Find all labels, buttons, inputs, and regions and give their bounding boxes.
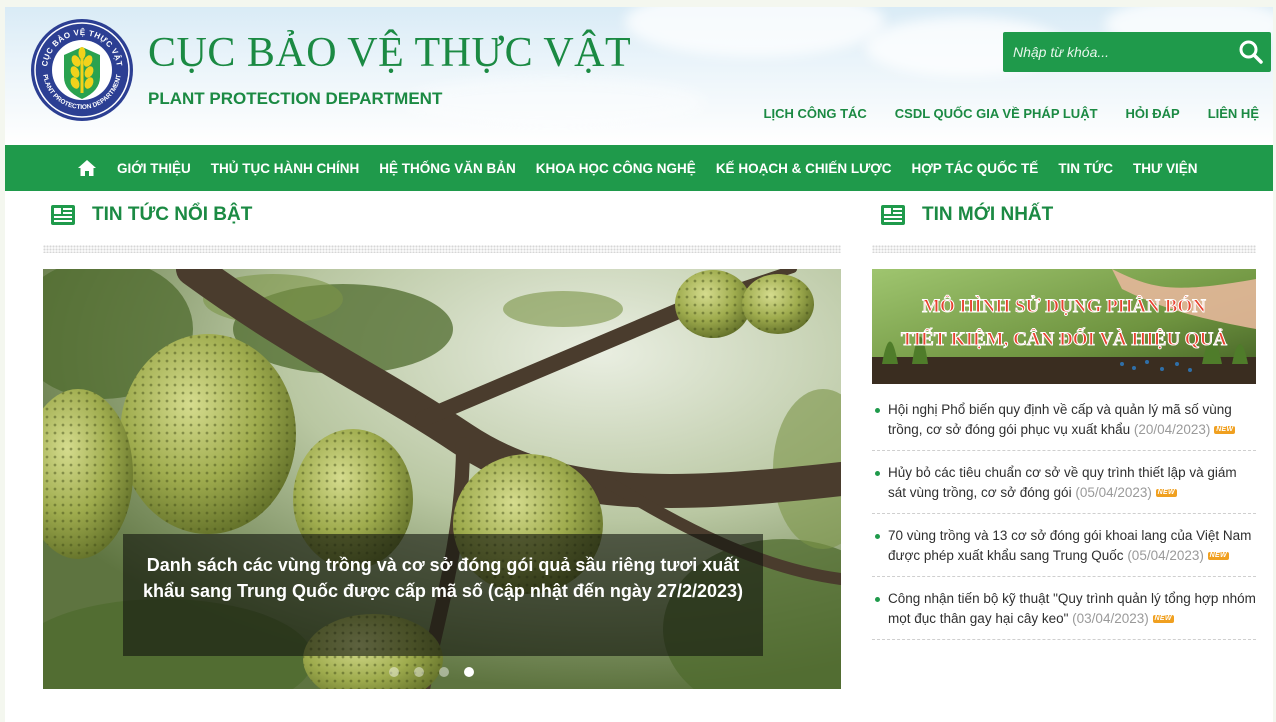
top-link-schedule[interactable]: LỊCH CÔNG TÁC <box>750 106 881 121</box>
slide-caption[interactable]: Danh sách các vùng trồng và cơ sở đóng g… <box>123 534 763 656</box>
search-box <box>1003 32 1271 72</box>
site-title[interactable]: CỤC BẢO VỆ THỰC VẬT <box>148 29 631 77</box>
fertilizer-banner[interactable]: MÔ HÌNH SỬ DỤNG PHÂN BÓN TIẾT KIỆM, CÂN … <box>872 269 1256 384</box>
site-logo[interactable]: CỤC BẢO VỆ THỰC VẬT PLANT PROTECTION DEP… <box>29 17 135 123</box>
featured-divider <box>43 245 841 253</box>
page: CỤC BẢO VỆ THỰC VẬT PLANT PROTECTION DEP… <box>5 7 1273 722</box>
banner-line-2: TIẾT KIỆM, CÂN ĐỐI VÀ HIỆU QUẢ <box>901 328 1227 350</box>
list-item[interactable]: Hủy bỏ các tiêu chuẩn cơ sở về quy trình… <box>872 458 1256 514</box>
list-item[interactable]: 70 vùng trồng và 13 cơ sở đóng gói khoai… <box>872 521 1256 577</box>
news-date: (03/04/2023) <box>1072 611 1149 626</box>
news-date: (05/04/2023) <box>1075 485 1152 500</box>
featured-slider[interactable]: Danh sách các vùng trồng và cơ sở đóng g… <box>43 269 841 689</box>
new-badge: NEW <box>1214 426 1236 435</box>
nav-item-admin-procedures[interactable]: THỦ TỤC HÀNH CHÍNH <box>201 161 370 176</box>
nav-item-planning-strategy[interactable]: KẾ HOẠCH & CHIẾN LƯỢC <box>706 161 902 176</box>
nav-item-documents[interactable]: HỆ THỐNG VĂN BẢN <box>369 161 526 176</box>
banner-image: MÔ HÌNH SỬ DỤNG PHÂN BÓN TIẾT KIỆM, CÂN … <box>872 269 1256 384</box>
home-icon[interactable] <box>77 158 97 178</box>
slider-dot-2[interactable] <box>414 667 424 677</box>
slider-dot-4[interactable] <box>464 667 474 677</box>
list-item[interactable]: Hội nghị Phổ biến quy định về cấp và quả… <box>872 395 1256 451</box>
nav-item-science-tech[interactable]: KHOA HỌC CÔNG NGHỆ <box>526 161 706 176</box>
latest-news-title: TIN MỚI NHẤT <box>922 204 1054 225</box>
newspaper-icon <box>881 205 905 225</box>
featured-news-heading: TIN TỨC NỔI BẬT <box>50 204 252 226</box>
new-badge: NEW <box>1207 552 1229 561</box>
newspaper-icon <box>51 205 75 225</box>
new-badge: NEW <box>1155 489 1177 498</box>
slider-dots <box>389 667 474 677</box>
latest-divider <box>872 245 1256 253</box>
top-link-faq[interactable]: HỎI ĐÁP <box>1112 106 1194 121</box>
search-icon[interactable] <box>1237 38 1265 66</box>
banner-line-1: MÔ HÌNH SỬ DỤNG PHÂN BÓN <box>922 295 1206 317</box>
main-nav: GIỚI THIỆU THỦ TỤC HÀNH CHÍNH HỆ THỐNG V… <box>5 145 1273 191</box>
list-item[interactable]: Công nhận tiến bộ kỹ thuật "Quy trình qu… <box>872 584 1256 640</box>
site-subtitle: PLANT PROTECTION DEPARTMENT <box>148 89 443 108</box>
news-title[interactable]: Hủy bỏ các tiêu chuẩn cơ sở về quy trình… <box>888 465 1237 500</box>
nav-item-international-cooperation[interactable]: HỢP TÁC QUỐC TẾ <box>902 161 1049 176</box>
slider-dot-3[interactable] <box>439 667 449 677</box>
top-links: LỊCH CÔNG TÁC CSDL QUỐC GIA VỀ PHÁP LUẬT… <box>750 106 1273 121</box>
site-header: CỤC BẢO VỆ THỰC VẬT PLANT PROTECTION DEP… <box>5 7 1273 144</box>
news-date: (20/04/2023) <box>1133 422 1211 437</box>
top-link-contact[interactable]: LIÊN HỆ <box>1194 106 1273 121</box>
page-frame: CỤC BẢO VỆ THỰC VẬT PLANT PROTECTION DEP… <box>0 0 1276 722</box>
search-input[interactable] <box>1003 32 1223 72</box>
slider-dot-1[interactable] <box>389 667 399 677</box>
latest-news-list: Hội nghị Phổ biến quy định về cấp và quả… <box>872 395 1256 647</box>
latest-news-heading: TIN MỚI NHẤT <box>880 204 1053 226</box>
nav-item-about[interactable]: GIỚI THIỆU <box>107 161 201 176</box>
nav-item-news[interactable]: TIN TỨC <box>1048 161 1123 176</box>
top-link-law-database[interactable]: CSDL QUỐC GIA VỀ PHÁP LUẬT <box>881 106 1112 121</box>
new-badge: NEW <box>1152 615 1174 624</box>
featured-news-title: TIN TỨC NỔI BẬT <box>92 204 253 225</box>
news-date: (05/04/2023) <box>1127 548 1204 563</box>
nav-item-library[interactable]: THƯ VIỆN <box>1123 161 1207 176</box>
